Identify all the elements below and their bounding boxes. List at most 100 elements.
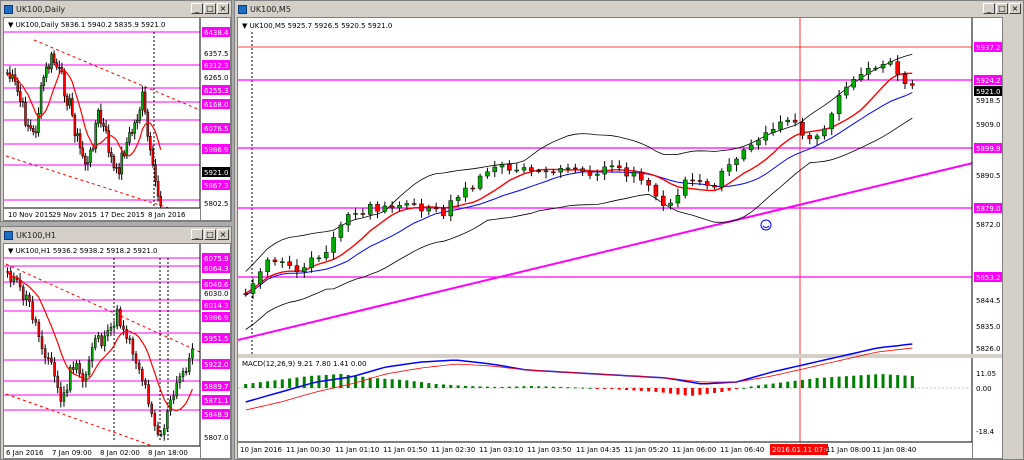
- h1-chart-window[interactable]: UK100,H1 _ □ × ▼ UK100,H1 5936.2 5938.2 …: [0, 226, 232, 460]
- candle-body: [37, 321, 41, 337]
- candle-body: [272, 259, 278, 263]
- candle-body: [419, 203, 424, 212]
- candle-body: [68, 98, 71, 106]
- candle-body: [602, 166, 607, 175]
- candle-body: [822, 128, 827, 137]
- macd-histogram-bar: [493, 386, 497, 388]
- macd-histogram-bar: [566, 387, 570, 389]
- macd-histogram-bar: [522, 386, 526, 388]
- candle-body: [397, 204, 402, 209]
- candle-body: [551, 171, 556, 174]
- candle-body: [32, 128, 35, 132]
- macd-histogram-bar: [537, 386, 541, 388]
- macd-histogram-bar: [661, 388, 665, 393]
- daily-chart-canvas[interactable]: ▼ UK100,Daily 5836.1 5940.2 5835.9 5921.…: [4, 18, 230, 220]
- macd-histogram-bar: [749, 386, 753, 388]
- m5-chart-window[interactable]: UK100,M5 _ □ × ▼ UK100,M5 5925.7 5926.5 …: [234, 0, 1024, 460]
- candle-body: [26, 124, 30, 127]
- close-icon[interactable]: ×: [1009, 3, 1021, 14]
- chart-window-icon: [4, 4, 13, 14]
- candle-body: [78, 363, 81, 374]
- candle-body: [94, 122, 97, 150]
- m5-plot[interactable]: ▼ UK100,M5 5925.7 5926.5 5920.5 5921.0 59…: [237, 17, 1003, 459]
- price-tag-5879: 5879.0: [976, 205, 1001, 213]
- macd-histogram-bar: [881, 374, 885, 388]
- macd-histogram-bar: [808, 378, 812, 388]
- candle-body: [21, 286, 25, 301]
- candle-body: [75, 363, 78, 370]
- candle-body: [470, 187, 476, 190]
- macd-histogram-bar: [434, 384, 438, 388]
- macd-histogram-bar: [419, 382, 423, 388]
- macd-histogram-bar: [463, 385, 467, 388]
- macd-histogram-bar: [427, 383, 431, 388]
- candle-body: [507, 164, 512, 171]
- minimize-icon[interactable]: _: [191, 229, 203, 240]
- candle-body: [756, 139, 761, 146]
- h1-titlebar[interactable]: UK100,H1 _ □ ×: [2, 228, 230, 242]
- candle-body: [668, 202, 673, 206]
- candle-body: [12, 277, 16, 282]
- h1-chart-canvas[interactable]: ▼ UK100,H1 5936.2 5938.2 5918.2 5921.0 60…: [4, 244, 230, 458]
- candle-body: [294, 265, 300, 272]
- candle-body: [103, 335, 106, 347]
- macd-histogram-bar: [778, 382, 782, 388]
- daily-chart-window[interactable]: UK100,Daily _ □ × ▼ UK100,Daily 5836.1 5…: [0, 0, 232, 222]
- macd-histogram-bar: [449, 384, 453, 388]
- macd-histogram-bar: [273, 380, 277, 388]
- candle-body: [53, 361, 56, 377]
- candle-body: [119, 308, 122, 327]
- candle-body: [807, 135, 813, 140]
- close-icon[interactable]: ×: [217, 229, 229, 240]
- candle-body: [858, 74, 864, 80]
- macd-label: -18.4: [976, 428, 995, 436]
- maximize-icon[interactable]: □: [204, 229, 216, 240]
- minimize-icon[interactable]: _: [983, 3, 995, 14]
- candle-body: [704, 181, 710, 186]
- candle-body: [154, 164, 157, 182]
- candle-body: [29, 125, 32, 129]
- candle-body: [134, 353, 138, 364]
- macd-histogram-bar: [288, 378, 292, 388]
- macd-histogram-bar: [698, 388, 702, 395]
- candle-body: [34, 131, 38, 134]
- vertical-scrollbar[interactable]: [1005, 17, 1023, 459]
- macd-histogram-bar: [852, 375, 856, 388]
- time-label: 8 Jan 02:00: [100, 449, 140, 457]
- moving-average-blue: [245, 92, 913, 296]
- macd-label: 11.05: [976, 370, 996, 378]
- candle-body: [131, 338, 135, 355]
- macd-histogram-bar: [735, 388, 739, 390]
- h1-title: UK100,H1: [16, 230, 57, 240]
- close-icon[interactable]: ×: [217, 3, 229, 14]
- m5-chart-canvas[interactable]: ▼ UK100,M5 5925.7 5926.5 5920.5 5921.0 59…: [238, 18, 1002, 458]
- time-label: 11 Jan 01:50: [383, 446, 427, 454]
- daily-title: UK100,Daily: [16, 4, 66, 14]
- time-label: 11 Jan 08:40: [872, 446, 916, 454]
- h1-plot[interactable]: ▼ UK100,H1 5936.2 5938.2 5918.2 5921.0 60…: [3, 243, 231, 459]
- macd-histogram-bar: [676, 388, 680, 395]
- macd-histogram-bar: [647, 388, 651, 392]
- macd-histogram-bar: [654, 388, 658, 392]
- daily-plot[interactable]: ▼ UK100,Daily 5836.1 5940.2 5835.9 5921.…: [3, 17, 231, 221]
- candle-body: [404, 203, 410, 206]
- smiley-icon: [760, 219, 772, 231]
- candle-body: [141, 91, 144, 111]
- minimize-icon[interactable]: _: [191, 3, 203, 14]
- m5-titlebar[interactable]: UK100,M5 _ □ ×: [236, 2, 1022, 16]
- candle-body: [287, 261, 292, 266]
- moving-average: [6, 271, 193, 412]
- daily-titlebar[interactable]: UK100,Daily _ □ ×: [2, 2, 230, 16]
- candle-body: [844, 86, 849, 96]
- macd-histogram-bar: [859, 375, 863, 388]
- candle-body: [50, 357, 53, 363]
- maximize-icon[interactable]: □: [204, 3, 216, 14]
- candle-body: [81, 147, 84, 157]
- candle-body: [573, 167, 578, 170]
- macd-histogram-bar: [398, 379, 402, 388]
- maximize-icon[interactable]: □: [996, 3, 1008, 14]
- candle-body: [375, 204, 380, 212]
- time-label: 29 Nov 2015: [52, 211, 97, 219]
- candle-body: [243, 293, 248, 295]
- current-price-tag: 5921.0: [976, 88, 1001, 96]
